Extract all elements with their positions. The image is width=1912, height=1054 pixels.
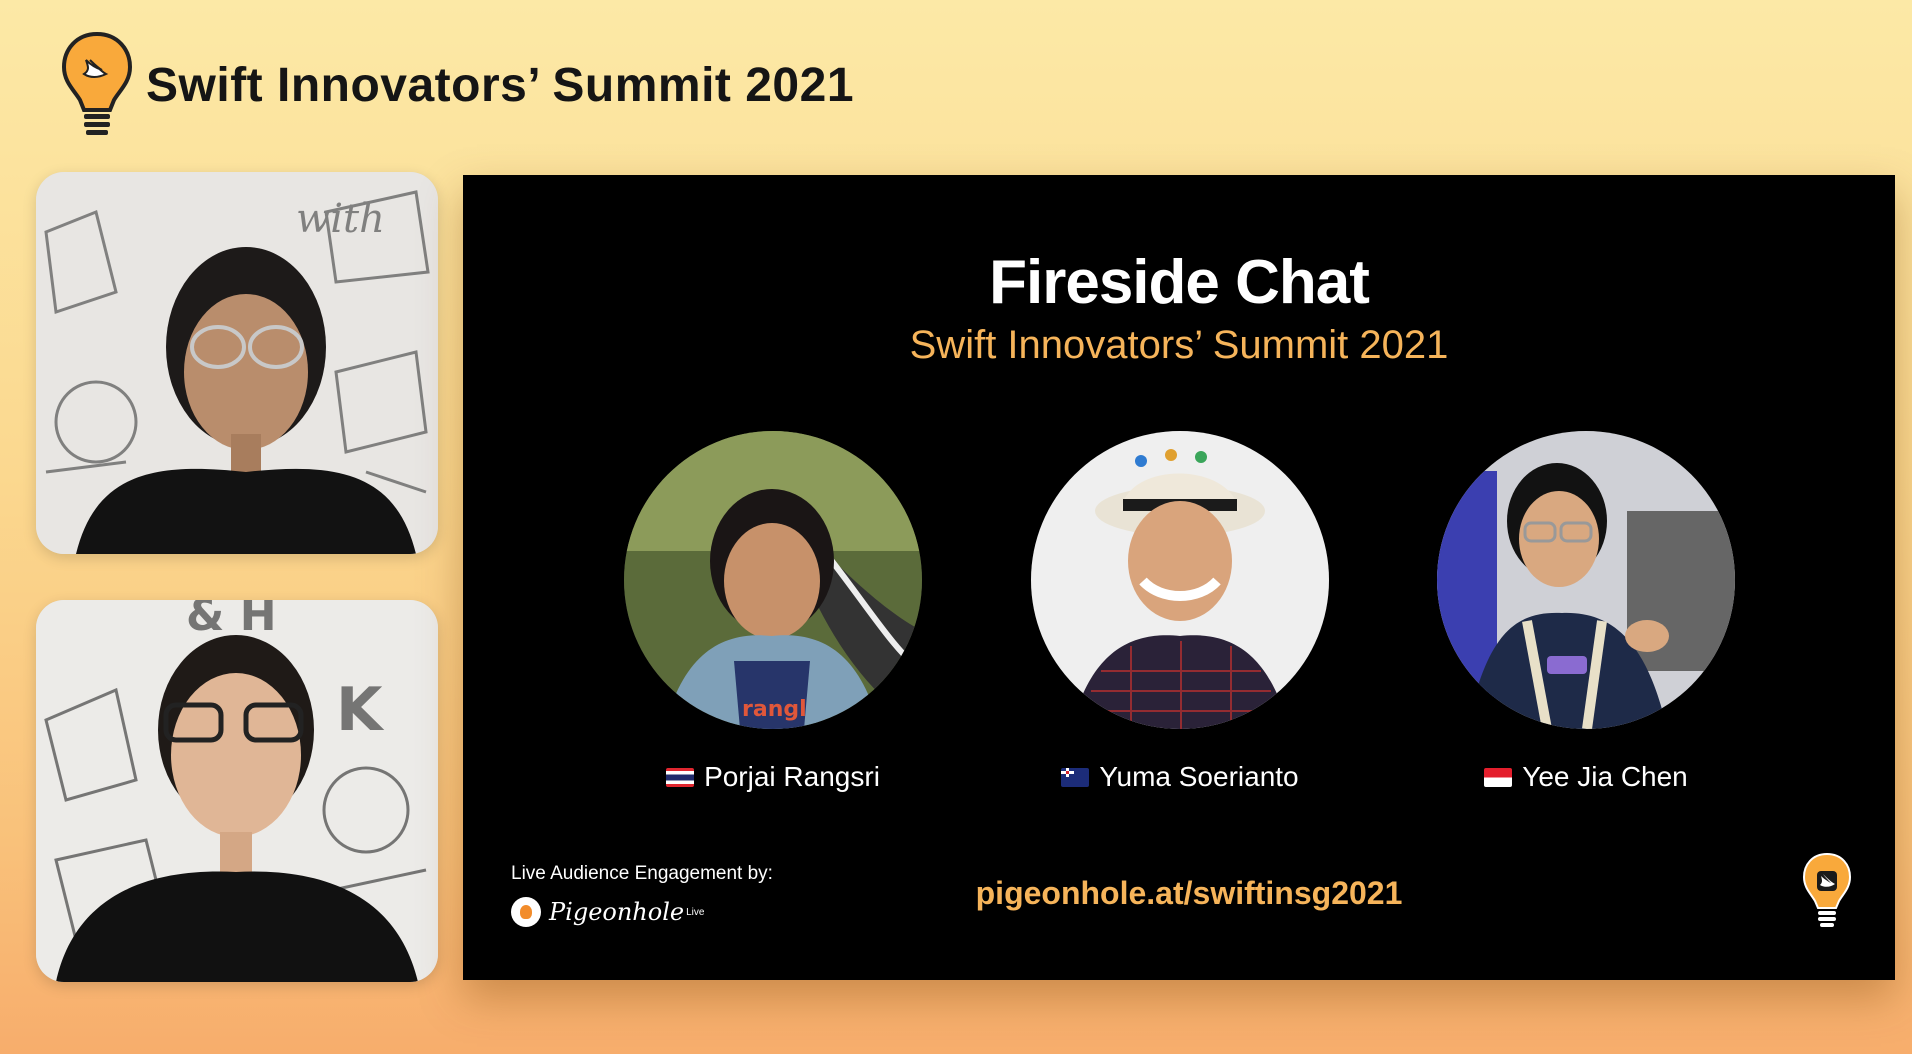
presentation-slide: Fireside Chat Swift Innovators’ Summit 2… bbox=[463, 175, 1895, 980]
speaker-card-2: Yuma Soerianto bbox=[1030, 431, 1330, 793]
swift-lightbulb-icon bbox=[1801, 851, 1853, 931]
event-header: Swift Innovators’ Summit 2021 bbox=[60, 30, 854, 140]
engagement-url: pigeonhole.at/swiftinsg2021 bbox=[975, 875, 1403, 911]
svg-text:rangl: rangl bbox=[742, 697, 807, 722]
speaker-card-1: rangl Porjai Rangsri bbox=[623, 431, 923, 793]
participant-video-1[interactable]: with bbox=[36, 172, 438, 554]
australia-flag-icon bbox=[1061, 767, 1090, 787]
speaker-name-row: Yee Jia Chen bbox=[1436, 761, 1736, 793]
thailand-flag-icon bbox=[666, 767, 695, 787]
speaker-photo: rangl bbox=[624, 431, 922, 729]
svg-text:K: K bbox=[336, 675, 385, 745]
speaker-name: Yuma Soerianto bbox=[1099, 761, 1299, 792]
participant-video-2[interactable]: & H K bbox=[36, 600, 438, 982]
slide-title: Fireside Chat bbox=[989, 248, 1370, 317]
swift-lightbulb-icon bbox=[60, 30, 134, 140]
speaker-photo bbox=[1031, 431, 1329, 729]
speaker-name: Porjai Rangsri bbox=[704, 761, 880, 792]
event-title: Swift Innovators’ Summit 2021 bbox=[146, 58, 855, 112]
speaker-photo bbox=[1437, 431, 1735, 729]
speaker-card-3: Yee Jia Chen bbox=[1436, 431, 1736, 793]
speaker-name: Yee Jia Chen bbox=[1522, 761, 1688, 792]
singapore-flag-icon bbox=[1484, 767, 1513, 787]
speaker-name-row: Porjai Rangsri bbox=[623, 761, 923, 793]
svg-text:with: with bbox=[296, 196, 385, 242]
svg-text:& H: & H bbox=[186, 600, 277, 641]
speaker-name-row: Yuma Soerianto bbox=[1030, 761, 1330, 793]
slide-subtitle: Swift Innovators’ Summit 2021 bbox=[909, 323, 1449, 367]
